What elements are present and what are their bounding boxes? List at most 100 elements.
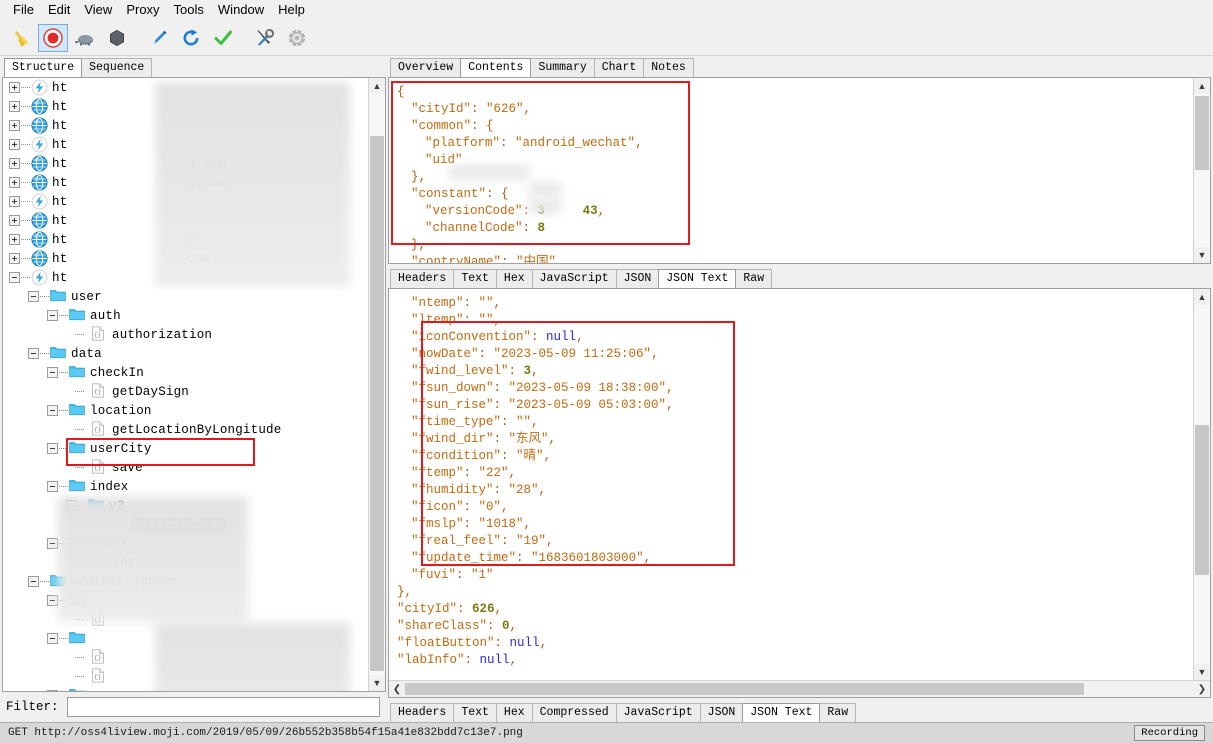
tree-toggle-icon[interactable] xyxy=(9,272,20,283)
tree-toggle-icon[interactable] xyxy=(47,633,58,644)
request-tab-json-text[interactable]: JSON Text xyxy=(658,269,737,288)
tab-chart[interactable]: Chart xyxy=(593,58,645,77)
menu-item-proxy[interactable]: Proxy xyxy=(119,1,166,19)
tab-sequence[interactable]: Sequence xyxy=(81,58,153,77)
tree-toggle-icon[interactable] xyxy=(9,158,20,169)
tree-node[interactable]: {} getLocationByLongitude xyxy=(3,420,368,439)
json-token: , xyxy=(576,330,584,344)
scroll-down-icon[interactable]: ▼ xyxy=(1194,247,1210,263)
tree-toggle-icon[interactable] xyxy=(9,215,20,226)
tree-toggle-icon[interactable] xyxy=(9,177,20,188)
request-tab-raw[interactable]: Raw xyxy=(735,269,773,288)
tree-toggle-icon[interactable] xyxy=(9,101,20,112)
response-tab-hex[interactable]: Hex xyxy=(495,703,533,722)
tree-node[interactable]: auth xyxy=(3,306,368,325)
scroll-up-icon[interactable]: ▲ xyxy=(1194,289,1210,305)
scroll-thumb[interactable] xyxy=(370,136,384,671)
tools-button[interactable] xyxy=(250,24,280,52)
tree-toggle-icon[interactable] xyxy=(28,291,39,302)
response-tab-javascript[interactable]: JavaScript xyxy=(615,703,701,722)
json-token: "constant" xyxy=(411,187,487,201)
tree-node[interactable]: {} getDaySign xyxy=(3,382,368,401)
request-tab-javascript[interactable]: JavaScript xyxy=(531,269,617,288)
tree-toggle-icon[interactable] xyxy=(9,82,20,93)
tree-node[interactable]: data xyxy=(3,344,368,363)
tree-toggle-icon[interactable] xyxy=(47,538,58,549)
request-tab-text[interactable]: Text xyxy=(453,269,497,288)
validate-button[interactable] xyxy=(208,24,238,52)
request-vertical-scrollbar[interactable]: ▲ ▼ xyxy=(1193,78,1210,263)
repeat-button[interactable] xyxy=(176,24,206,52)
scroll-track[interactable] xyxy=(369,94,385,675)
menu-item-window[interactable]: Window xyxy=(211,1,271,19)
response-tab-compressed[interactable]: Compressed xyxy=(531,703,617,722)
tree-toggle-icon[interactable] xyxy=(9,139,20,150)
response-vertical-scrollbar[interactable]: ▲ ▼ xyxy=(1193,289,1210,680)
tree-toggle-icon[interactable] xyxy=(9,253,20,264)
tab-overview[interactable]: Overview xyxy=(390,58,462,77)
scroll-left-icon[interactable]: ❮ xyxy=(389,684,405,695)
settings-button[interactable] xyxy=(282,24,312,52)
tree-toggle-icon[interactable] xyxy=(28,348,39,359)
menu-item-view[interactable]: View xyxy=(77,1,119,19)
tree-toggle-icon[interactable] xyxy=(47,443,58,454)
menu-item-tools[interactable]: Tools xyxy=(167,1,211,19)
scroll-down-icon[interactable]: ▼ xyxy=(369,675,385,691)
scroll-thumb[interactable] xyxy=(1195,96,1209,170)
tree-vertical-scrollbar[interactable]: ▲ ▼ xyxy=(368,78,385,691)
folder-icon xyxy=(50,288,67,305)
record-button[interactable] xyxy=(38,23,68,52)
scroll-thumb[interactable] xyxy=(405,683,1084,695)
tab-contents[interactable]: Contents xyxy=(460,58,532,77)
tree-toggle-icon[interactable] xyxy=(47,595,58,606)
tree-toggle-icon[interactable] xyxy=(47,367,58,378)
tree-node[interactable]: user xyxy=(3,287,368,306)
menu-item-file[interactable]: File xyxy=(6,1,41,19)
tree-node[interactable]: {} save xyxy=(3,458,368,477)
scroll-up-icon[interactable]: ▲ xyxy=(1194,78,1210,94)
tree-toggle-icon[interactable] xyxy=(28,576,39,587)
request-json-text[interactable]: {"cityId": "626", "common": {"platform": … xyxy=(389,78,1193,263)
request-tab-json[interactable]: JSON xyxy=(615,269,660,288)
request-tab-headers[interactable]: Headers xyxy=(390,269,455,288)
scroll-track[interactable] xyxy=(1194,305,1210,664)
response-tab-json-text[interactable]: JSON Text xyxy=(742,703,821,722)
tree-toggle-icon[interactable] xyxy=(47,310,58,321)
tree-toggle-icon[interactable] xyxy=(9,234,20,245)
clear-session-button[interactable] xyxy=(6,24,36,52)
breakpoints-button[interactable] xyxy=(102,24,132,52)
response-json-text[interactable]: "ntemp": "", "ltemp": "", "iconConvention"… xyxy=(389,289,1193,680)
menu-item-help[interactable]: Help xyxy=(271,1,312,19)
tree-node[interactable]: userCity xyxy=(3,439,368,458)
recording-status-badge[interactable]: Recording xyxy=(1134,725,1205,741)
compose-button[interactable] xyxy=(144,24,174,52)
tree-node[interactable]: {} authorization xyxy=(3,325,368,344)
tree-toggle-icon[interactable] xyxy=(9,196,20,207)
response-tab-text[interactable]: Text xyxy=(453,703,497,722)
filter-input[interactable] xyxy=(66,697,380,717)
tree-node[interactable]: index xyxy=(3,477,368,496)
throttle-button[interactable] xyxy=(70,24,100,52)
scroll-thumb[interactable] xyxy=(1195,425,1209,575)
scroll-up-icon[interactable]: ▲ xyxy=(369,78,385,94)
response-tab-headers[interactable]: Headers xyxy=(390,703,455,722)
session-tree[interactable]: hththththtq.comhte.comhththtmhtcomhtuser… xyxy=(3,78,368,691)
tree-toggle-icon[interactable] xyxy=(47,481,58,492)
tree-toggle-icon[interactable] xyxy=(9,120,20,131)
tree-toggle-icon[interactable] xyxy=(47,690,58,691)
response-horizontal-scrollbar[interactable]: ❮ ❯ xyxy=(389,680,1210,697)
response-tab-raw[interactable]: Raw xyxy=(819,703,857,722)
tab-summary[interactable]: Summary xyxy=(530,58,595,77)
scroll-track[interactable] xyxy=(1194,94,1210,247)
response-tab-json[interactable]: JSON xyxy=(699,703,744,722)
tab-structure[interactable]: Structure xyxy=(4,58,83,77)
tree-toggle-icon[interactable] xyxy=(47,405,58,416)
tree-node[interactable]: checkIn xyxy=(3,363,368,382)
tab-notes[interactable]: Notes xyxy=(643,58,694,77)
menu-item-edit[interactable]: Edit xyxy=(41,1,77,19)
scroll-down-icon[interactable]: ▼ xyxy=(1194,664,1210,680)
scroll-right-icon[interactable]: ❯ xyxy=(1194,684,1210,695)
request-tab-hex[interactable]: Hex xyxy=(495,269,533,288)
scroll-track[interactable] xyxy=(405,682,1194,696)
tree-node[interactable]: location xyxy=(3,401,368,420)
